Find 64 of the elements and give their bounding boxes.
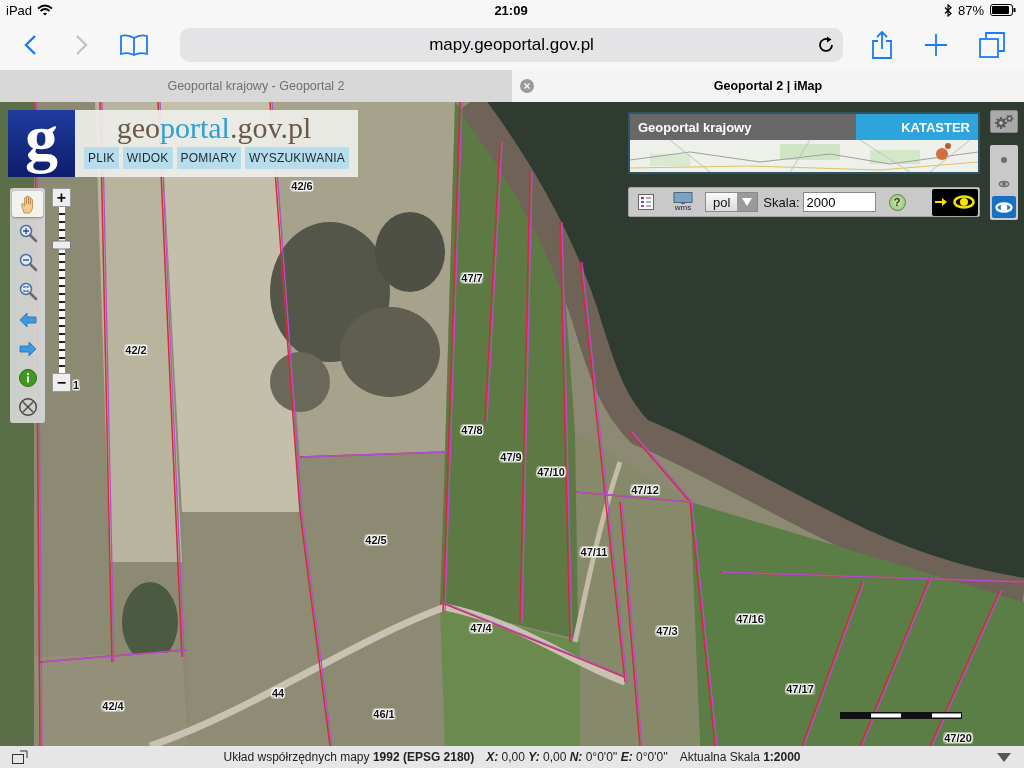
current-scale-text: Aktualna Skala 1:2000 — [679, 750, 801, 764]
zoom-plus-button[interactable]: + — [52, 188, 71, 207]
pan-button[interactable] — [12, 191, 43, 217]
crossed-circle-icon — [17, 397, 38, 417]
menu-button[interactable]: WIDOK — [122, 147, 173, 169]
browser-tab[interactable]: Geoportal krajowy - Geoportal 2 — [0, 70, 512, 102]
menu-button[interactable]: WYSZUKIWANIA — [245, 147, 349, 169]
zoom-in-icon — [17, 223, 38, 243]
coordinates-text: X: 0,00 Y: 0,00 N: 0°0'0'' E: 0°0'0'' — [486, 750, 668, 764]
parcel-label: 47/7 — [460, 272, 484, 284]
monitor-icon — [673, 192, 693, 204]
zoom-out-icon — [17, 252, 38, 272]
scale-label: Skala: — [763, 194, 800, 210]
right-arrow-icon — [17, 339, 38, 359]
parcel-label: 47/17 — [785, 683, 815, 695]
view-button[interactable] — [992, 196, 1016, 218]
coordinate-system-text: Układ współrzędnych mapy 1992 (EPSG 2180) — [223, 750, 475, 764]
plus-icon — [924, 33, 948, 57]
bluetooth-icon — [943, 3, 952, 17]
clock: 21:09 — [494, 2, 528, 18]
battery-icon — [990, 4, 1016, 16]
book-icon — [119, 33, 149, 57]
zoom-minus-button[interactable]: − — [52, 373, 71, 392]
help-button[interactable]: ? — [888, 193, 906, 211]
eye-icon — [998, 179, 1010, 188]
magnifier-icon — [17, 281, 38, 301]
arrow-icon — [934, 197, 947, 207]
language-dropdown[interactable]: pol — [705, 192, 759, 212]
chevron-right-icon — [75, 34, 89, 56]
reload-icon[interactable] — [817, 36, 835, 54]
wifi-icon — [37, 4, 54, 16]
address-text: mapy.geoportal.gov.pl — [428, 35, 595, 55]
device-name: iPad — [6, 2, 33, 18]
legend-button[interactable] — [638, 194, 654, 210]
browser-tab[interactable]: Geoportal 2 | iMap — [512, 70, 1024, 102]
aerial-map-drawing[interactable] — [0, 102, 1024, 746]
settings-button[interactable] — [990, 110, 1018, 133]
wms-button[interactable]: wms — [671, 192, 695, 212]
tabs-button[interactable] — [977, 29, 1007, 61]
zoom-slider-thumb[interactable] — [52, 240, 71, 250]
eye-icon — [951, 194, 976, 210]
visibility-button[interactable] — [932, 188, 978, 216]
caret-down-icon — [742, 198, 753, 206]
scale-input[interactable]: 2000 — [802, 192, 876, 212]
share-icon — [871, 30, 893, 60]
logo-mark: g — [8, 110, 75, 177]
gears-icon — [994, 114, 1014, 129]
chevron-left-icon — [23, 34, 37, 56]
battery-percentage: 87% — [957, 2, 984, 18]
base-map-button[interactable]: Geoportal krajowy — [630, 114, 856, 140]
close-icon[interactable] — [520, 79, 534, 93]
dot-icon — [1001, 157, 1007, 163]
list-icon — [638, 194, 654, 210]
eye-icon — [994, 200, 1014, 214]
logo-wordmark: geoportal.gov.pl — [116, 112, 312, 144]
menu-button[interactable]: POMIARY — [176, 147, 242, 169]
caret-down-icon — [997, 752, 1011, 762]
address-bar[interactable]: mapy.geoportal.gov.pl — [180, 28, 843, 62]
menu-button[interactable]: PLIK — [84, 147, 119, 169]
left-arrow-icon — [17, 310, 38, 330]
tabs-icon — [979, 32, 1005, 58]
window-icon — [12, 750, 28, 764]
info-icon — [17, 368, 38, 388]
map-thumbnail[interactable] — [630, 140, 978, 172]
